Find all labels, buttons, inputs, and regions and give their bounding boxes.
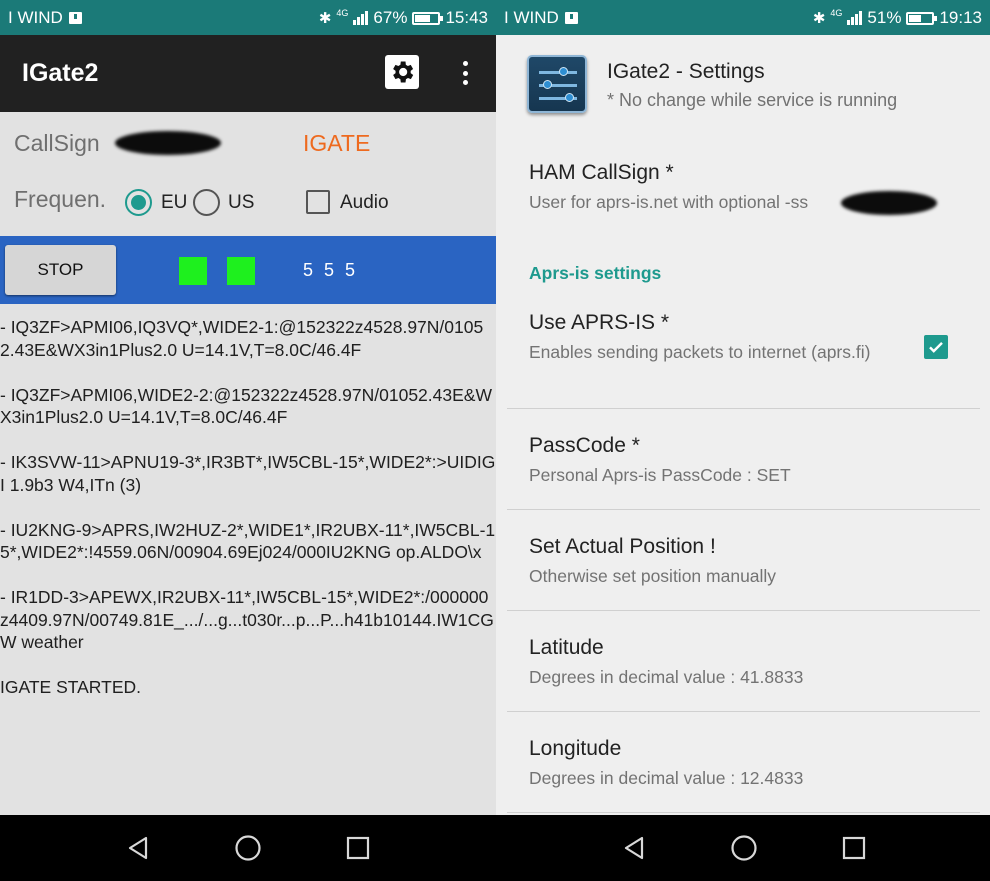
- radio-eu-label: EU: [161, 192, 188, 213]
- pref-use-aprs-is[interactable]: Use APRS-IS * Enables sending packets to…: [529, 311, 909, 363]
- divider: [507, 812, 980, 813]
- callsign-label: CallSign: [14, 130, 100, 156]
- status-bar: I WIND ✱ 4G 67% 15:43: [0, 0, 496, 35]
- control-bar: STOP 5 5 5: [0, 236, 496, 304]
- igate-settings-screen: I WIND ✱ 4G 51% 19:13 IGate2 - Settings …: [496, 0, 990, 815]
- back-button[interactable]: [120, 830, 156, 866]
- check-icon: [929, 342, 943, 353]
- clock: 15:43: [445, 8, 488, 27]
- status-indicator-2: [227, 257, 255, 285]
- gear-icon: [393, 61, 414, 83]
- pref-summary: Otherwise set position manually: [529, 566, 777, 586]
- pref-title: HAM CallSign *: [529, 161, 674, 184]
- network-type: 4G: [336, 7, 349, 18]
- home-icon: [235, 835, 261, 861]
- signal-icon: [353, 11, 369, 25]
- pref-latitude[interactable]: Latitude Degrees in decimal value : 41.8…: [529, 636, 969, 688]
- log-entry: IGATE STARTED.: [0, 677, 141, 697]
- audio-label: Audio: [340, 192, 389, 213]
- battery-percent: 67%: [373, 8, 408, 27]
- igate-main-screen: I WIND ✱ 4G 67% 15:43 IGate2 CallSign IG…: [0, 0, 496, 815]
- igate-status-label: IGATE: [303, 130, 371, 156]
- category-aprs-is: Aprs-is settings: [529, 263, 662, 283]
- recents-icon: [842, 836, 866, 860]
- pref-title: Longitude: [529, 737, 622, 760]
- log-entry: - IR1DD-3>APEWX,IR2UBX-11*,IW5CBL-15*,WI…: [0, 587, 494, 652]
- recents-button[interactable]: [836, 830, 872, 866]
- stop-button[interactable]: STOP: [5, 245, 116, 295]
- redacted-callsign: [115, 131, 221, 155]
- home-button[interactable]: [726, 830, 762, 866]
- redacted-callsign: [841, 191, 937, 215]
- audio-checkbox[interactable]: [306, 190, 330, 214]
- settings-title: IGate2 - Settings: [607, 60, 765, 83]
- pref-title: PassCode *: [529, 434, 640, 457]
- carrier-name: I WIND: [8, 8, 63, 27]
- recents-icon: [346, 836, 370, 860]
- battery-level: [909, 14, 921, 22]
- pref-summary: Degrees in decimal value : 41.8833: [529, 667, 804, 687]
- home-icon: [731, 835, 757, 861]
- log-entry: - IQ3ZF>APMI06,IQ3VQ*,WIDE2-1:@152322z45…: [0, 317, 484, 360]
- packet-counter: 5 5 5: [303, 260, 359, 280]
- message-icon: [564, 12, 578, 24]
- pref-longitude[interactable]: Longitude Degrees in decimal value : 12.…: [529, 737, 969, 789]
- settings-sliders-icon: [527, 55, 587, 113]
- pref-title: Set Actual Position !: [529, 535, 716, 558]
- app-title: IGate2: [22, 59, 99, 87]
- settings-header: IGate2 - Settings * No change while serv…: [496, 35, 990, 135]
- screenshot: I WIND ✱ 4G 67% 15:43 IGate2 CallSign IG…: [0, 0, 990, 881]
- radio-us-label: US: [228, 192, 255, 213]
- status-icons: ✱ 4G 51% 19:13: [813, 8, 982, 28]
- pref-title: Latitude: [529, 636, 604, 659]
- battery-icon: [412, 11, 444, 25]
- battery-level: [415, 14, 431, 22]
- divider: [507, 408, 980, 409]
- carrier: I WIND: [8, 8, 82, 28]
- pref-set-position[interactable]: Set Actual Position ! Otherwise set posi…: [529, 535, 969, 587]
- bluetooth-icon: ✱: [812, 10, 826, 27]
- bluetooth-icon: ✱: [318, 10, 332, 27]
- pref-summary: Degrees in decimal value : 12.4833: [529, 768, 804, 788]
- radio-us[interactable]: [193, 189, 220, 216]
- status-icons: ✱ 4G 67% 15:43: [319, 8, 488, 28]
- pref-title: Use APRS-IS *: [529, 311, 670, 334]
- use-aprs-is-checkbox[interactable]: [924, 335, 948, 359]
- packet-log: - IQ3ZF>APMI06,IQ3VQ*,WIDE2-1:@152322z45…: [0, 316, 496, 721]
- message-icon: [68, 12, 82, 24]
- status-indicator-1: [179, 257, 207, 285]
- pref-summary: Personal Aprs-is PassCode : SET: [529, 465, 791, 485]
- frequency-label: Frequen.: [14, 186, 107, 212]
- more-vert-icon[interactable]: [457, 59, 473, 87]
- back-icon: [624, 836, 644, 860]
- carrier-name: I WIND: [504, 8, 559, 27]
- back-icon: [128, 836, 148, 860]
- battery-percent: 51%: [867, 8, 902, 27]
- home-button[interactable]: [230, 830, 266, 866]
- app-bar: IGate2: [0, 35, 496, 112]
- battery-icon: [906, 11, 938, 25]
- settings-subtitle: * No change while service is running: [607, 90, 898, 110]
- radio-eu[interactable]: [125, 189, 152, 216]
- status-bar: I WIND ✱ 4G 51% 19:13: [496, 0, 990, 35]
- back-button[interactable]: [616, 830, 652, 866]
- recents-button[interactable]: [340, 830, 376, 866]
- pref-summary: Enables sending packets to internet (apr…: [529, 342, 871, 362]
- divider: [507, 711, 980, 712]
- network-type: 4G: [830, 7, 843, 18]
- clock: 19:13: [939, 8, 982, 27]
- log-entry: - IK3SVW-11>APNU19-3*,IR3BT*,IW5CBL-15*,…: [0, 452, 496, 495]
- log-entry: - IU2KNG-9>APRS,IW2HUZ-2*,WIDE1*,IR2UBX-…: [0, 519, 496, 563]
- settings-button[interactable]: [385, 55, 419, 89]
- navigation-bar: [0, 815, 990, 881]
- pref-passcode[interactable]: PassCode * Personal Aprs-is PassCode : S…: [529, 434, 969, 486]
- divider: [507, 610, 980, 611]
- log-entry: - IQ3ZF>APMI06,WIDE2-2:@152322z4528.97N/…: [0, 384, 492, 428]
- divider: [507, 509, 980, 510]
- signal-icon: [847, 11, 863, 25]
- carrier: I WIND: [504, 8, 578, 28]
